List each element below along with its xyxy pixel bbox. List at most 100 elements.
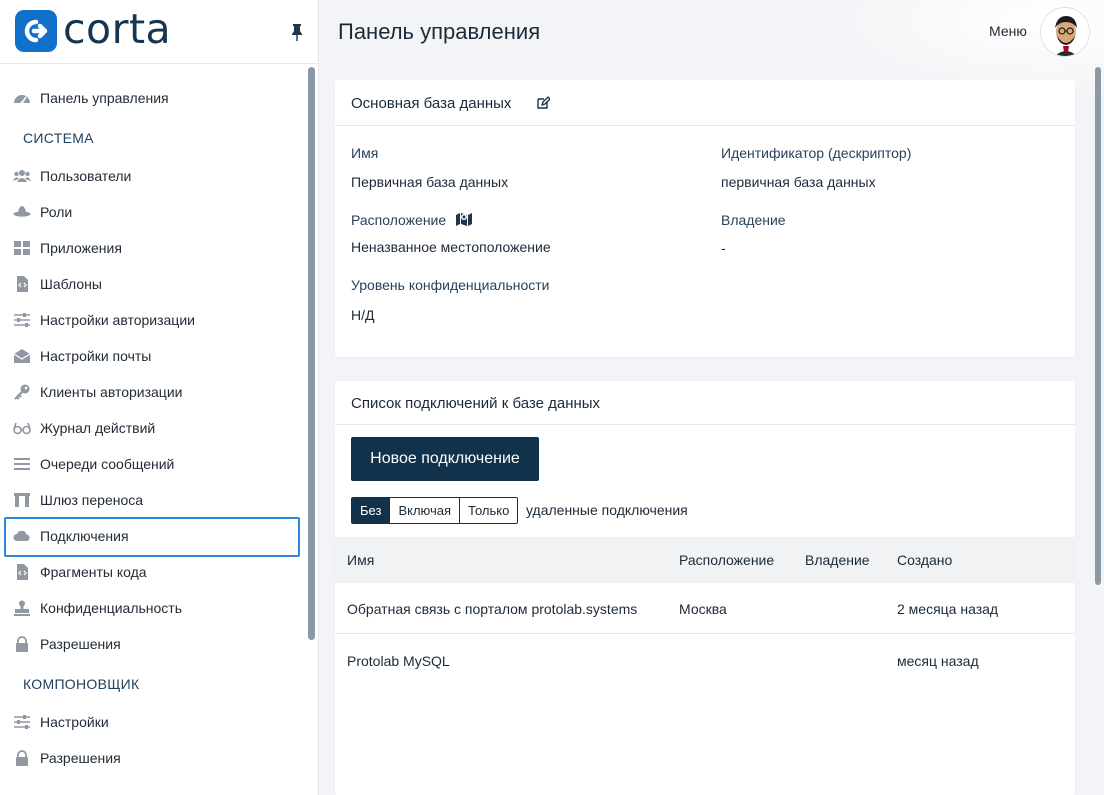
users-icon <box>13 168 31 184</box>
sidebar-item-label: Настройки авторизации <box>40 312 195 328</box>
sidebar-item-label: Фрагменты кода <box>40 564 147 580</box>
logo-mark-icon[interactable] <box>15 10 57 52</box>
code-file-icon <box>13 564 31 580</box>
menu-button[interactable]: Меню <box>989 23 1027 39</box>
sidebar-section-header: КОМПОНОВЩИК <box>0 662 304 704</box>
sidebar-scrollbar[interactable] <box>308 67 315 640</box>
name-value: Первичная база данных <box>351 174 509 190</box>
filter-option[interactable]: Включая <box>389 498 460 523</box>
column-header-name[interactable]: Имя <box>347 552 374 568</box>
sidebar-item[interactable]: Шаблоны <box>0 266 304 302</box>
apps-grid-icon <box>13 240 31 256</box>
edit-icon[interactable] <box>536 96 550 110</box>
database-card-header: Основная база данных <box>335 80 1075 126</box>
sidebar-item[interactable]: Приложения <box>0 230 304 266</box>
filter-option[interactable]: Только <box>459 498 518 523</box>
cell-created: месяц назад <box>897 653 979 669</box>
privacy-label: Уровень конфиденциальности <box>351 277 550 293</box>
sidebar-item[interactable]: Фрагменты кода <box>0 554 304 590</box>
envelope-icon <box>13 348 31 364</box>
name-label: Имя <box>351 145 379 161</box>
deleted-filter-label: удаленные подключения <box>526 502 688 518</box>
key-icon <box>13 384 31 400</box>
location-label: Расположение <box>351 212 447 228</box>
sidebar-item[interactable]: Журнал действий <box>0 410 304 446</box>
lines-icon <box>13 456 31 472</box>
cell-location: Москва <box>679 601 727 617</box>
cell-name: Обратная связь с порталом protolab.syste… <box>347 601 638 617</box>
sidebar-item-label: Разрешения <box>40 636 121 652</box>
sidebar-item-label: Настройки почты <box>40 348 152 364</box>
cell-name: Protolab MySQL <box>347 653 450 669</box>
sidebar-item-label: Приложения <box>40 240 122 256</box>
column-header-created[interactable]: Создано <box>897 552 952 568</box>
glasses-icon <box>13 420 31 436</box>
logo-text: corta <box>63 5 172 53</box>
table-header: Имя Расположение Владение Создано <box>335 537 1075 583</box>
sidebar-item-label: Очереди сообщений <box>40 456 175 472</box>
sidebar-item-label: Настройки <box>40 714 109 730</box>
main-scrollbar[interactable] <box>1095 67 1101 585</box>
sidebar-section-header: СИСТЕМА <box>0 116 304 158</box>
sidebar-item-label: Клиенты авторизации <box>40 384 183 400</box>
sidebar: corta Панель управления СИСТЕМА Пользовате… <box>0 0 319 795</box>
sidebar-item[interactable]: Роли <box>0 194 304 230</box>
avatar-image <box>1041 8 1089 56</box>
cloud-icon <box>13 528 31 544</box>
new-connection-button[interactable]: Новое подключение <box>351 437 539 481</box>
gateway-icon <box>13 492 31 508</box>
sliders-icon <box>13 312 31 328</box>
database-title: Основная база данных <box>351 95 512 112</box>
sidebar-item[interactable]: Настройки авторизации <box>0 302 304 338</box>
pin-icon[interactable] <box>290 23 304 41</box>
column-header-owner[interactable]: Владение <box>805 552 870 568</box>
sidebar-item[interactable]: Подключения <box>0 517 304 557</box>
sidebar-item[interactable]: Очереди сообщений <box>0 446 304 482</box>
sidebar-item-label: Роли <box>40 204 73 220</box>
privacy-value: Н/Д <box>351 307 375 323</box>
sidebar-item[interactable]: Шлюз переноса <box>0 482 304 518</box>
sliders-icon <box>13 714 31 730</box>
logo-row: corta <box>0 0 318 64</box>
sidebar-item-label: Разрешения <box>40 750 121 766</box>
sidebar-item[interactable]: Настройки почты <box>0 338 304 374</box>
deleted-filter-toggle: Без Включая Только <box>351 497 519 524</box>
sidebar-item-label: Пользователи <box>40 168 132 184</box>
sidebar-item[interactable]: Клиенты авторизации <box>0 374 304 410</box>
hat-icon <box>13 204 31 220</box>
map-marker-icon[interactable] <box>456 211 472 226</box>
table-row[interactable]: Обратная связь с порталом protolab.syste… <box>335 583 1075 634</box>
page-title: Панель управления <box>338 19 541 44</box>
filter-option[interactable]: Без <box>352 498 390 523</box>
sidebar-item-label: Подключения <box>40 528 129 544</box>
sidebar-item[interactable]: Разрешения <box>0 626 304 662</box>
identifier-value: первичная база данных <box>721 174 876 190</box>
cell-created: 2 месяца назад <box>897 601 999 617</box>
stamp-icon <box>13 600 31 616</box>
sidebar-item-label: Панель управления <box>40 90 169 106</box>
owner-value: - <box>721 240 726 256</box>
code-file-icon <box>13 276 31 292</box>
sidebar-item-label: Конфиденциальность <box>40 600 183 616</box>
sidebar-item[interactable]: Конфиденциальность <box>0 590 304 626</box>
database-card: Основная база данных Имя Первичная база … <box>335 80 1075 357</box>
table-row[interactable]: Protolab MySQL месяц назад <box>335 634 1075 685</box>
sidebar-section-label: КОМПОНОВЩИК <box>23 676 140 692</box>
identifier-label: Идентификатор (дескриптор) <box>721 145 912 161</box>
sidebar-item-label: Шлюз переноса <box>40 492 144 508</box>
sidebar-nav: Панель управления СИСТЕМА Пользователи Роли… <box>0 80 304 776</box>
sidebar-section-label: СИСТЕМА <box>23 130 94 146</box>
lock-icon <box>13 750 31 766</box>
sidebar-item[interactable]: Настройки <box>0 704 304 740</box>
connections-card-header: Список подключений к базе данных <box>335 381 1075 425</box>
sidebar-item[interactable]: Пользователи <box>0 158 304 194</box>
column-header-location[interactable]: Расположение <box>679 552 774 568</box>
avatar[interactable] <box>1040 7 1090 57</box>
location-value: Неназванное местоположение <box>351 239 551 255</box>
dashboard-icon <box>13 90 31 106</box>
connections-title: Список подключений к базе данных <box>351 395 601 412</box>
owner-label: Владение <box>721 212 786 228</box>
sidebar-item[interactable]: Панель управления <box>0 80 304 116</box>
sidebar-item[interactable]: Разрешения <box>0 740 304 776</box>
sidebar-item-label: Журнал действий <box>40 420 156 436</box>
